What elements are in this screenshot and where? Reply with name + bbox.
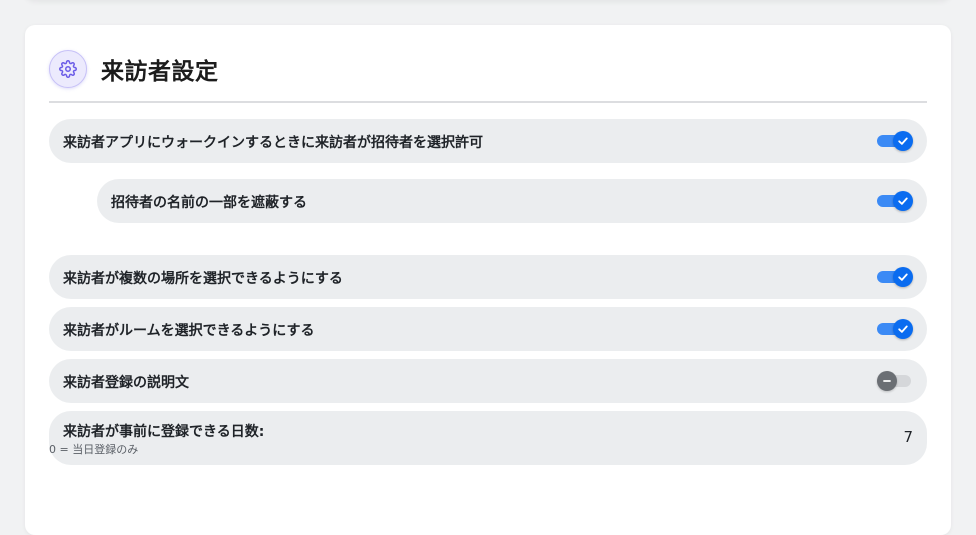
check-icon	[893, 267, 913, 287]
setting-advance-registration-days: 来訪者が事前に登録できる日数: 0 = 当日登録のみ 7	[49, 411, 927, 465]
setting-label: 来訪者が事前に登録できる日数:	[63, 424, 265, 440]
setting-registration-description: 来訪者登録の説明文	[49, 359, 927, 403]
card-header: 来訪者設定	[49, 49, 219, 89]
check-icon	[893, 131, 913, 151]
check-icon	[893, 319, 913, 339]
setting-mask-host-name: 招待者の名前の一部を遮蔽する	[97, 179, 927, 223]
setting-select-room: 来訪者がルームを選択できるようにする	[49, 307, 927, 351]
allow-select-host-toggle[interactable]	[877, 131, 913, 151]
setting-allow-select-host: 来訪者アプリにウォークインするときに来訪者が招待者を選択許可	[49, 119, 927, 163]
select-multiple-locations-toggle[interactable]	[877, 267, 913, 287]
setting-label: 来訪者が複数の場所を選択できるようにする	[63, 271, 343, 287]
page-title: 来訪者設定	[101, 59, 219, 85]
minus-icon	[877, 371, 897, 391]
mask-host-name-toggle[interactable]	[877, 191, 913, 211]
setting-label: 来訪者アプリにウォークインするときに来訪者が招待者を選択許可	[63, 135, 483, 151]
setting-hint: 0 = 当日登録のみ	[49, 443, 139, 456]
days-value[interactable]: 7	[903, 428, 913, 446]
check-icon	[893, 191, 913, 211]
gear-icon	[49, 50, 87, 88]
registration-description-toggle[interactable]	[877, 371, 913, 391]
setting-select-multiple-locations: 来訪者が複数の場所を選択できるようにする	[49, 255, 927, 299]
select-room-toggle[interactable]	[877, 319, 913, 339]
setting-label: 招待者の名前の一部を遮蔽する	[111, 195, 307, 211]
header-divider	[49, 101, 927, 103]
setting-label: 来訪者がルームを選択できるようにする	[63, 323, 315, 339]
visitor-settings-card: 来訪者設定 来訪者アプリにウォークインするときに来訪者が招待者を選択許可 招待者…	[25, 25, 951, 535]
setting-label: 来訪者登録の説明文	[63, 375, 189, 391]
